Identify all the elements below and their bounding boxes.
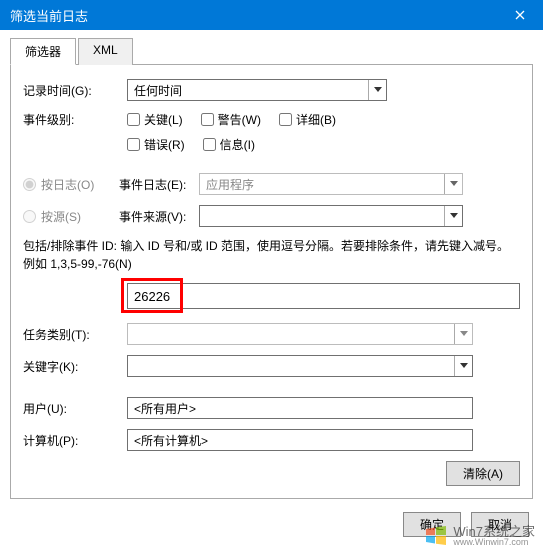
tab-filter[interactable]: 筛选器 [10,38,76,65]
combo-event-source[interactable] [199,205,463,227]
close-icon [515,10,525,20]
combo-log-time-input[interactable] [128,80,368,100]
label-log-time: 记录时间(G): [23,82,105,99]
chevron-down-icon[interactable] [454,356,472,376]
content-area: 筛选器 XML 记录时间(G): 事件级别: 关键(L) 警告(W) 详细(B) [0,30,543,509]
chevron-down-icon[interactable] [454,324,472,344]
titlebar: 筛选当前日志 [0,0,543,30]
label-user: 用户(U): [23,400,105,417]
tab-strip: 筛选器 XML [10,38,533,65]
label-event-level: 事件级别: [23,111,105,128]
combo-task-category[interactable] [127,323,473,345]
combo-event-log-input [200,174,444,194]
combo-task-category-input [128,324,454,344]
combo-event-source-input[interactable] [200,206,444,226]
chk-verbose[interactable]: 详细(B) [279,111,336,128]
window-title: 筛选当前日志 [10,6,497,25]
filter-panel: 记录时间(G): 事件级别: 关键(L) 警告(W) 详细(B) 错误(R) 信… [10,65,533,499]
chevron-down-icon[interactable] [444,174,462,194]
label-keyword: 关键字(K): [23,358,105,375]
label-event-source: 事件来源(V): [119,208,199,225]
cancel-button[interactable]: 取消 [471,512,529,537]
clear-button[interactable]: 清除(A) [446,461,520,486]
combo-keyword[interactable] [127,355,473,377]
id-hint-text: 包括/排除事件 ID: 输入 ID 号和/或 ID 范围，使用逗号分隔。若要排除… [23,237,520,273]
label-task-category: 任务类别(T): [23,326,105,343]
chk-warning[interactable]: 警告(W) [201,111,261,128]
chk-error[interactable]: 错误(R) [127,136,185,153]
chk-info[interactable]: 信息(I) [203,136,255,153]
tab-xml[interactable]: XML [78,38,133,65]
radio-by-source[interactable]: 按源(S) [23,208,119,225]
chevron-down-icon[interactable] [368,80,386,100]
event-id-wrap [127,283,520,309]
radio-by-log[interactable]: 按日志(O) [23,176,119,193]
combo-event-log[interactable] [199,173,463,195]
dialog-footer: 确定 取消 [389,504,543,545]
ok-button[interactable]: 确定 [403,512,461,537]
event-id-input[interactable] [127,283,520,309]
label-computer: 计算机(P): [23,432,105,449]
combo-log-time[interactable] [127,79,387,101]
label-event-log: 事件日志(E): [119,176,199,193]
computer-input[interactable] [127,429,473,451]
combo-keyword-input[interactable] [128,356,454,376]
user-input[interactable] [127,397,473,419]
close-button[interactable] [497,0,543,30]
chevron-down-icon[interactable] [444,206,462,226]
chk-critical[interactable]: 关键(L) [127,111,183,128]
